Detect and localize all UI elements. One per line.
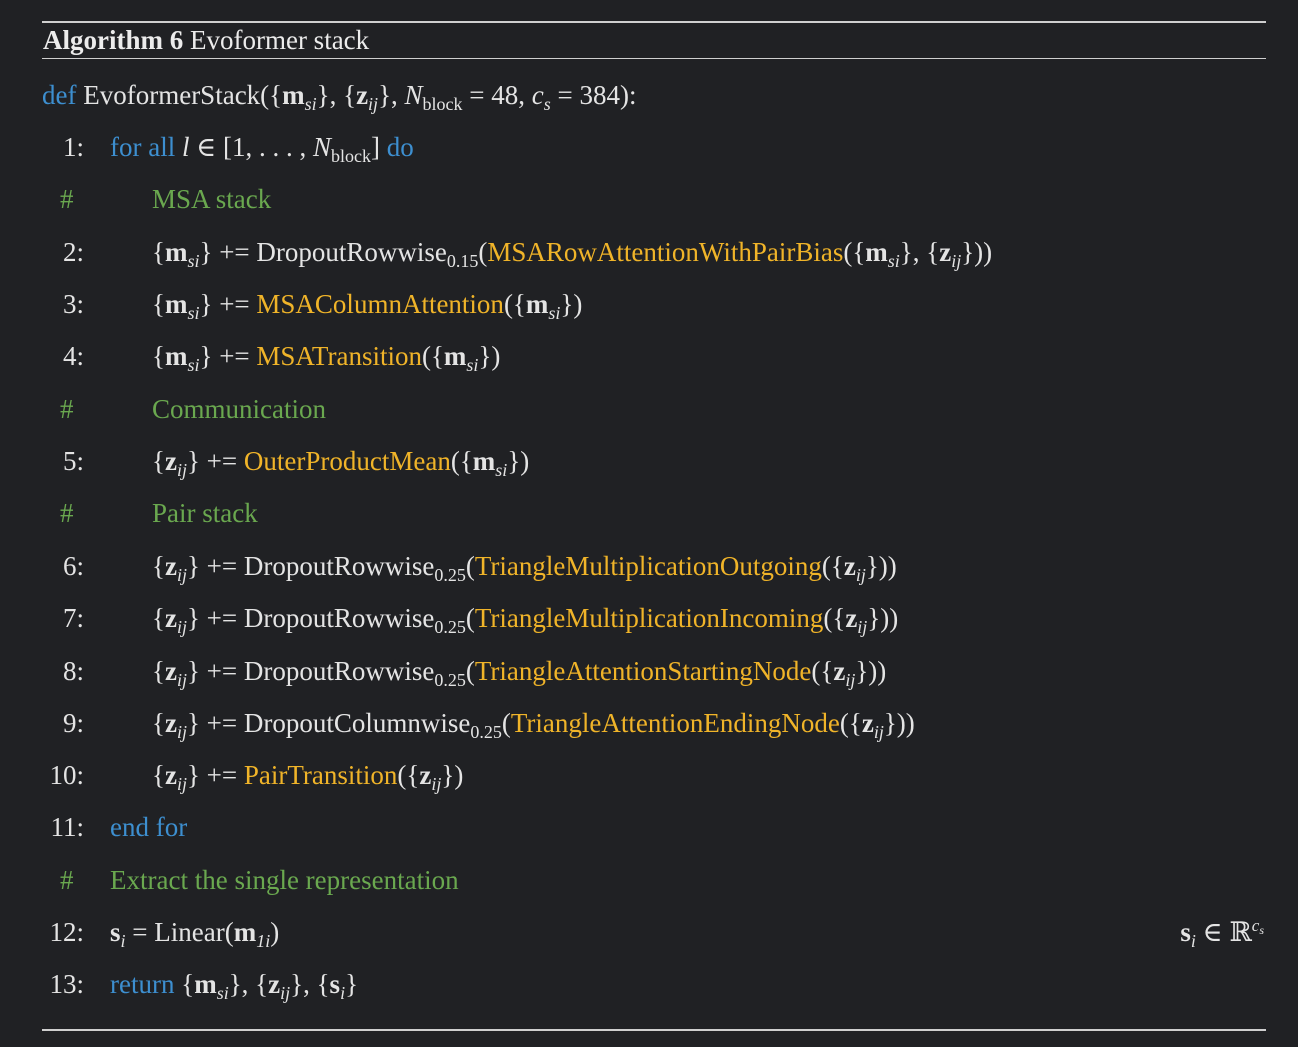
comment-msa-stack: # MSA stack xyxy=(0,173,1298,225)
line-number: 11: xyxy=(50,812,85,842)
function-name: TriangleMultiplicationOutgoing xyxy=(474,551,822,581)
line-6: 6: {zij} += DropoutRowwise0.25(TriangleM… xyxy=(0,540,1298,592)
comment-pair-stack: # Pair stack xyxy=(0,487,1298,539)
function-name: TriangleMultiplicationIncoming xyxy=(474,603,824,633)
line-5: 5: {zij} += OuterProductMean({msi}) xyxy=(0,435,1298,487)
comment-extract-single: # Extract the single representation xyxy=(0,854,1298,906)
line-number: 10: xyxy=(49,760,84,790)
line-13: 13: return {msi}, {zij}, {si} xyxy=(0,958,1298,1010)
function-name: OuterProductMean xyxy=(243,446,451,476)
dropout-wrapper: DropoutRowwise xyxy=(243,656,435,686)
function-name: TriangleAttentionStartingNode xyxy=(474,656,812,686)
bottom-rule xyxy=(42,1029,1266,1031)
line-number: 13: xyxy=(49,969,84,999)
end-for-keyword: end for xyxy=(110,812,188,842)
dropout-rate: 0.25 xyxy=(434,565,466,585)
cs-value: 384 xyxy=(579,80,621,110)
dropout-rate: 0.25 xyxy=(470,722,502,742)
line-2: 2: {msi} += DropoutRowwise0.15(MSARowAtt… xyxy=(0,226,1298,278)
comment-hash: # xyxy=(60,394,74,424)
comment-communication: # Communication xyxy=(0,383,1298,435)
function-name: MSAColumnAttention xyxy=(256,289,504,319)
dropout-wrapper: DropoutColumnwise xyxy=(243,708,471,738)
dropout-wrapper: DropoutRowwise xyxy=(243,551,435,581)
function-name: PairTransition xyxy=(243,760,398,790)
def-function-name: EvoformerStack xyxy=(83,80,261,110)
line-7: 7: {zij} += DropoutRowwise0.25(TriangleM… xyxy=(0,592,1298,644)
def-line: def EvoformerStack({msi}, {zij}, Nblock … xyxy=(42,80,637,114)
dropout-wrapper: DropoutRowwise xyxy=(256,237,447,267)
line-number: 1: xyxy=(62,132,84,162)
line-number: 7: xyxy=(62,603,84,633)
line-11: 11: end for xyxy=(0,801,1298,853)
algorithm-name: Evoformer stack xyxy=(189,25,370,55)
line-3: 3: {msi} += MSAColumnAttention({msi}) xyxy=(0,278,1298,330)
comment-text: Communication xyxy=(152,394,326,424)
comment-text: Extract the single representation xyxy=(110,865,459,895)
comment-hash: # xyxy=(60,865,74,895)
dropout-wrapper: DropoutRowwise xyxy=(243,603,435,633)
nblock-value: 48 xyxy=(491,80,519,110)
algorithm-title: Algorithm 6 Evoformer stack xyxy=(43,23,369,57)
function-name: MSATransition xyxy=(256,341,422,371)
do-keyword: do xyxy=(386,132,414,162)
line-number: 8: xyxy=(62,656,84,686)
comment-text: MSA stack xyxy=(152,184,272,214)
algorithm-label: Algorithm 6 xyxy=(43,25,184,55)
line-number: 6: xyxy=(62,551,84,581)
line-number: 12: xyxy=(49,917,84,947)
dropout-rate: 0.25 xyxy=(434,617,466,637)
line-8: 8: {zij} += DropoutRowwise0.25(TriangleA… xyxy=(0,645,1298,697)
for-all-keyword: for all xyxy=(110,132,176,162)
line-number: 9: xyxy=(62,708,84,738)
header-rule xyxy=(42,58,1266,59)
comment-text: Pair stack xyxy=(152,498,258,528)
line-number: 5: xyxy=(62,446,84,476)
line-12: 12: si = Linear(m1i) si ∈ ℝcs xyxy=(0,906,1298,958)
line-number: 4: xyxy=(62,341,84,371)
dropout-rate: 0.25 xyxy=(434,670,466,690)
line-9: 9: {zij} += DropoutColumnwise0.25(Triang… xyxy=(0,697,1298,749)
shape-annotation: si ∈ ℝcs xyxy=(1180,916,1264,951)
line-number: 3: xyxy=(62,289,84,319)
def-keyword: def xyxy=(42,80,77,110)
function-name: TriangleAttentionEndingNode xyxy=(510,708,840,738)
line-1: 1: for all l ∈ [1, . . . , Nblock] do xyxy=(0,121,1298,173)
dropout-rate: 0.15 xyxy=(446,251,479,271)
comment-hash: # xyxy=(60,498,74,528)
line-number: 2: xyxy=(62,237,84,267)
line-10: 10: {zij} += PairTransition({zij}) xyxy=(0,749,1298,801)
line-4: 4: {msi} += MSATransition({msi}) xyxy=(0,330,1298,382)
function-name: Linear xyxy=(154,917,225,947)
comment-hash: # xyxy=(60,184,74,214)
function-name: MSARowAttentionWithPairBias xyxy=(487,237,844,267)
return-keyword: return xyxy=(110,969,175,999)
